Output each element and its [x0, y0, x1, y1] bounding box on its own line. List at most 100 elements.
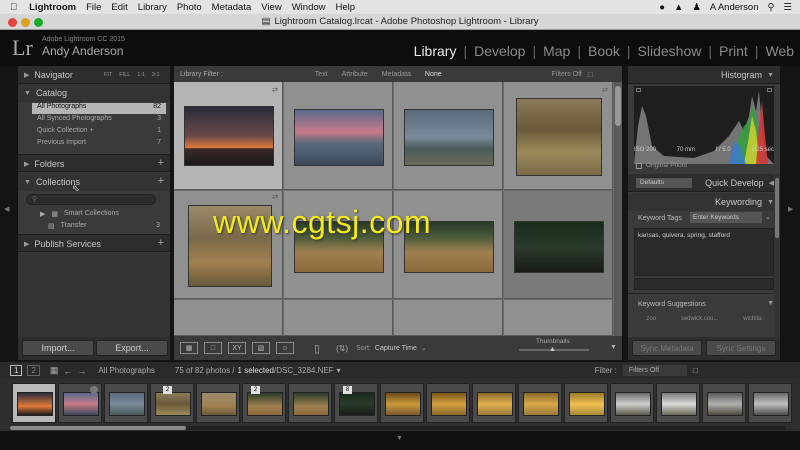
zoom-fill[interactable]: FILL [119, 72, 130, 78]
photo-thumbnail[interactable] [404, 109, 494, 166]
grid-scrollbar[interactable] [614, 82, 622, 336]
menu-photo[interactable]: Photo [177, 2, 202, 13]
catalog-header[interactable]: ▼ Catalog [18, 84, 170, 102]
menu-file[interactable]: File [86, 2, 101, 13]
grid-cell[interactable] [174, 300, 283, 336]
module-slideshow[interactable]: Slideshow [631, 43, 709, 59]
secondary-window-2[interactable]: 2 [27, 365, 40, 376]
loupe-view-icon[interactable]: □ [204, 342, 222, 354]
filmstrip-thumbnail[interactable] [17, 392, 53, 416]
filmstrip-cell[interactable] [564, 383, 608, 423]
search-icon[interactable]: ⚲ [768, 2, 775, 13]
menu-user[interactable]: A Anderson [710, 2, 759, 13]
lock-icon[interactable]: □ [693, 366, 698, 375]
export-button[interactable]: Export... [96, 340, 168, 356]
expand-triangle-icon[interactable]: ▶ [40, 210, 45, 218]
minimize-window-button[interactable] [21, 18, 30, 27]
collection-item-smart[interactable]: ▶ ▦ Smart Collections [40, 210, 158, 218]
filmstrip-cell[interactable] [58, 383, 102, 423]
filmstrip-cell[interactable]: 8 [334, 383, 378, 423]
user-icon[interactable]: ♟ [692, 2, 701, 13]
stack-count-badge[interactable]: 2 [251, 386, 260, 394]
filmstrip-cell[interactable] [380, 383, 424, 423]
secondary-window-1[interactable]: 1 [10, 365, 23, 376]
menu-view[interactable]: View [261, 2, 281, 13]
left-panel-toggle-icon[interactable]: ◀ [4, 205, 9, 213]
chevron-down-icon[interactable]: ⌄ [421, 344, 427, 352]
catalog-item-previous-import[interactable]: Previous Import 7 [32, 139, 166, 150]
collapse-triangle-icon[interactable]: ▼ [767, 72, 774, 79]
filmstrip-thumbnail[interactable] [339, 392, 375, 416]
keyword-suggestion[interactable]: zoo [646, 316, 656, 322]
navigator-header[interactable]: ▶ Navigator FIT FILL 1:1 3:1 [18, 66, 170, 84]
filmstrip-cell[interactable] [104, 383, 148, 423]
filmstrip-thumbnail[interactable] [109, 392, 145, 416]
filters-off-select[interactable]: Filters Off [552, 71, 582, 78]
collections-search-field[interactable]: ⚲ [26, 194, 156, 205]
collections-header[interactable]: ▼ Collections ⬁ + [18, 173, 170, 193]
keyword-suggestion[interactable]: sedwick.cou... [681, 316, 719, 322]
filmstrip-thumbnail[interactable] [201, 392, 237, 416]
grid-cell[interactable] [284, 82, 393, 190]
chevron-down-icon[interactable]: ▾ [337, 366, 341, 375]
collection-item-transfer[interactable]: ▤ Transfer 3 [48, 222, 160, 230]
filmstrip-thumbnail[interactable] [155, 392, 191, 416]
collapse-triangle-icon[interactable]: ▼ [767, 300, 774, 307]
stack-count-badge[interactable]: 2 [163, 386, 172, 394]
photo-thumbnail[interactable] [514, 221, 604, 273]
thumbnail-size-slider[interactable]: ▲ [519, 346, 589, 353]
photo-thumbnail[interactable] [184, 106, 274, 166]
zoom-window-button[interactable] [34, 18, 43, 27]
filmstrip-cell[interactable] [610, 383, 654, 423]
people-view-icon[interactable]: ☺ [276, 342, 294, 354]
menu-window[interactable]: Window [292, 2, 326, 13]
chevron-down-icon[interactable]: ⌄ [765, 213, 771, 221]
filmstrip-cell[interactable] [702, 383, 746, 423]
filmstrip-toggle-icon[interactable]: ▼ [396, 435, 403, 442]
module-library[interactable]: Library [407, 43, 464, 59]
filmstrip-cell[interactable] [518, 383, 562, 423]
zoom-3-1[interactable]: 3:1 [152, 72, 160, 78]
filmstrip-thumbnail[interactable] [385, 392, 421, 416]
saved-preset-select[interactable]: Defaults [636, 178, 692, 188]
status-icon[interactable]: ● [659, 2, 665, 13]
filmstrip-cell-selected[interactable] [12, 383, 56, 423]
expand-triangle-icon[interactable]: ▶ [24, 71, 29, 79]
catalog-item-all-synced[interactable]: All Synced Photographs 3 [32, 115, 166, 126]
keyword-suggestion[interactable]: wichita [743, 316, 761, 322]
survey-view-icon[interactable]: ▧ [252, 342, 270, 354]
import-button[interactable]: Import... [22, 340, 94, 356]
filmstrip-cell[interactable]: 2 [242, 383, 286, 423]
filmstrip-thumbnail[interactable] [707, 392, 743, 416]
histogram-header[interactable]: Histogram ▼ [628, 66, 780, 84]
apple-icon[interactable]:  [10, 2, 17, 13]
toolbar-menu-icon[interactable]: ▼ [610, 344, 617, 351]
filter-tab-attribute[interactable]: Attribute [342, 71, 368, 78]
sort-select[interactable]: Capture Time [375, 345, 417, 352]
filmstrip-cell[interactable]: 2 [150, 383, 194, 423]
collapse-triangle-icon[interactable]: ▼ [767, 199, 774, 206]
grid-icon[interactable]: ▦ [50, 365, 59, 376]
grid-scrollbar-thumb[interactable] [615, 86, 621, 126]
photo-thumbnail[interactable] [516, 98, 602, 176]
zoom-fit[interactable]: FIT [104, 72, 112, 78]
module-web[interactable]: Web [758, 43, 794, 59]
stack-count-badge[interactable]: 8 [343, 386, 352, 394]
compare-view-icon[interactable]: XY [228, 342, 246, 354]
add-keywords-field[interactable] [634, 278, 774, 290]
filmstrip-cell[interactable] [748, 383, 792, 423]
filmstrip-thumbnail[interactable] [477, 392, 513, 416]
sync-metadata-button[interactable]: Sync Metadata [632, 340, 702, 356]
grid-cell[interactable] [504, 191, 613, 299]
expand-triangle-icon[interactable]: ▶ [24, 160, 29, 168]
module-print[interactable]: Print [712, 43, 755, 59]
folders-header[interactable]: ▶ Folders + [18, 154, 170, 172]
menu-app[interactable]: Lightroom [29, 2, 76, 13]
keyword-tags-mode-select[interactable]: Enter Keywords [690, 212, 762, 223]
filmstrip-source[interactable]: All Photographs [98, 366, 154, 375]
catalog-item-all-photographs[interactable]: All Photographs 82 [32, 103, 166, 114]
grid-cell[interactable] [284, 300, 393, 336]
filmstrip-thumbnail[interactable] [615, 392, 651, 416]
painter-icon[interactable]: ▯ [314, 342, 320, 355]
filmstrip-thumbnail[interactable] [63, 392, 99, 416]
